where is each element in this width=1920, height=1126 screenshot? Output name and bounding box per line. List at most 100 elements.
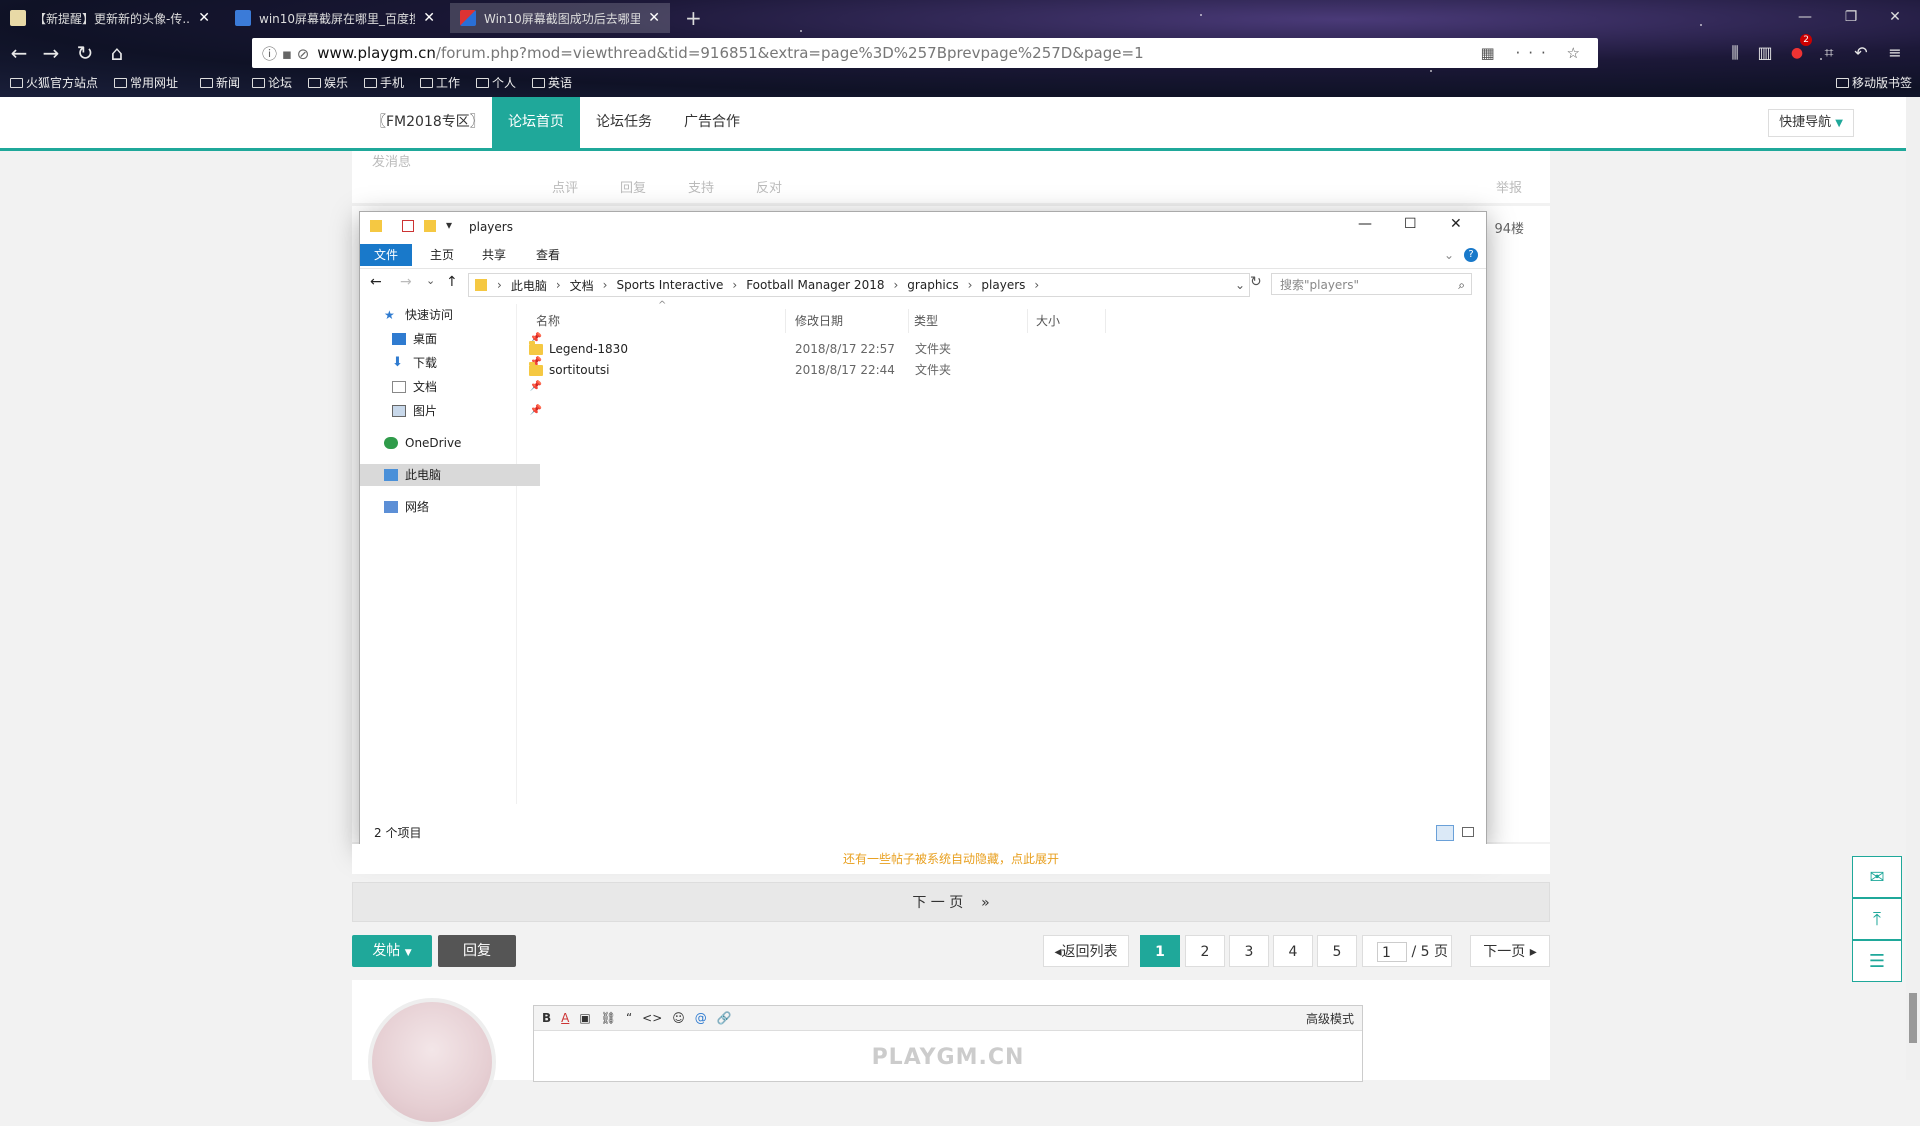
next-page-button[interactable]: 下一页 ▸ [1470, 935, 1550, 967]
column-name[interactable]: 名称 [532, 309, 786, 333]
nav-quick-access[interactable]: ★ 快速访问 [360, 304, 540, 326]
breadcrumb-graphics[interactable]: graphics [902, 278, 963, 292]
file-row[interactable]: Legend-1830 2018/8/17 22:57 文件夹 [525, 339, 1025, 359]
page-scrollbar[interactable] [1906, 97, 1920, 1080]
support-link[interactable]: 支持 [688, 177, 714, 196]
send-message-link[interactable]: 发消息 [372, 151, 411, 170]
new-post-button[interactable]: 发帖 ▼ [352, 935, 432, 967]
bookmark-folder[interactable]: 论坛 [252, 74, 292, 91]
breadcrumb-documents[interactable]: 文档 [565, 277, 599, 294]
details-view-icon[interactable] [1436, 825, 1454, 841]
bookmark-folder[interactable]: 手机 [364, 74, 404, 91]
home-icon[interactable]: ⌂ [104, 40, 130, 66]
address-dropdown-icon[interactable]: ⌄ [1235, 278, 1245, 292]
font-color-icon[interactable]: A [561, 1011, 569, 1025]
pin-icon[interactable]: 📌 [530, 400, 542, 422]
properties-icon[interactable] [402, 220, 414, 232]
close-icon[interactable]: ✕ [423, 10, 435, 26]
nav-fm2018-zone[interactable]: 〖FM2018专区〗 [356, 97, 500, 148]
list-float-icon[interactable]: ☰ [1852, 940, 1902, 982]
code-icon[interactable]: <> [642, 1011, 662, 1025]
nav-onedrive[interactable]: OneDrive [360, 432, 540, 454]
menu-icon[interactable]: ≡ [1882, 40, 1908, 66]
report-link[interactable]: 举报 [1496, 177, 1522, 196]
bookmark-item[interactable]: 火狐官方站点 [10, 74, 98, 91]
tab-file[interactable]: 文件 [360, 244, 413, 266]
sidebar-icon[interactable]: ▥ [1752, 40, 1778, 66]
library-icon[interactable]: ⫼ [1722, 40, 1748, 66]
url-actions-icon[interactable]: ▦ ··· ☆ [1481, 44, 1588, 62]
site-info-icon[interactable]: ⓘ ▪ ⊘ [262, 43, 309, 64]
recent-locations-icon[interactable]: ⌄ [426, 274, 435, 287]
breadcrumb-sports-interactive[interactable]: Sports Interactive [611, 278, 728, 292]
link-icon[interactable]: ⛓ [601, 1011, 616, 1025]
smiley-icon[interactable]: ☺ [672, 1011, 685, 1025]
nav-network[interactable]: 网络 [360, 496, 540, 518]
mention-icon[interactable]: @ [695, 1011, 707, 1025]
bookmark-folder[interactable]: 常用网址 [114, 74, 178, 91]
forward-icon[interactable]: → [38, 40, 64, 66]
page-3[interactable]: 3 [1229, 935, 1269, 967]
url-bar[interactable]: ⓘ ▪ ⊘ www.playgm.cn/forum.php?mod=viewth… [252, 38, 1598, 68]
forward-icon[interactable]: → [400, 274, 412, 290]
nav-this-pc[interactable]: 此电脑 [360, 464, 540, 486]
back-to-list-link[interactable]: ◂返回列表 [1043, 935, 1129, 967]
bold-icon[interactable]: B [542, 1011, 551, 1025]
nav-forum-home[interactable]: 论坛首页 [492, 97, 580, 148]
nav-downloads[interactable]: ⬇ 下载 📌 [360, 352, 548, 374]
tab-home[interactable]: 主页 [416, 244, 468, 266]
help-icon[interactable]: ? [1464, 248, 1478, 262]
bookmark-folder[interactable]: 娱乐 [308, 74, 348, 91]
crop-icon[interactable]: ⌗ [1816, 40, 1842, 66]
breadcrumb-football-manager[interactable]: Football Manager 2018 [741, 278, 889, 292]
back-to-top-icon[interactable]: ⤒ [1852, 898, 1902, 940]
bookmark-folder[interactable]: 工作 [420, 74, 460, 91]
reply-button[interactable]: 回复 [438, 935, 516, 967]
new-folder-icon[interactable] [424, 220, 436, 232]
hidden-posts-note[interactable]: 还有一些帖子被系统自动隐藏，点此展开 [352, 844, 1550, 874]
tab-view[interactable]: 查看 [522, 244, 574, 266]
column-type[interactable]: 类型 [910, 309, 1028, 333]
close-icon[interactable]: ✕ [648, 10, 660, 26]
quick-reply-editor[interactable]: B A ▣ ⛓ “ <> ☺ @ 🔗 高级模式 PLAYGM.CN [533, 1005, 1363, 1082]
minimize-icon[interactable]: — [1358, 216, 1372, 232]
scrollbar-thumb[interactable] [1909, 993, 1917, 1043]
column-modified-date[interactable]: 修改日期 [791, 309, 909, 333]
reload-icon[interactable]: ↻ [72, 40, 98, 66]
advanced-mode-link[interactable]: 高级模式 [1306, 1010, 1354, 1027]
attachment-icon[interactable]: 🔗 [717, 1011, 732, 1025]
back-icon[interactable]: ← [370, 274, 382, 290]
nav-ad-cooperation[interactable]: 广告合作 [668, 97, 756, 148]
tiles-view-icon[interactable] [1462, 827, 1474, 837]
page-2[interactable]: 2 [1185, 935, 1225, 967]
nav-pictures[interactable]: 图片 📌 [360, 400, 548, 422]
nav-forum-tasks[interactable]: 论坛任务 [580, 97, 668, 148]
close-icon[interactable]: ✕ [198, 10, 210, 26]
mobile-bookmarks[interactable]: 移动版书签 [1836, 74, 1912, 91]
adblock-icon[interactable]: ● 2 [1784, 34, 1812, 66]
next-page-bar[interactable]: 下 一 页 » [352, 882, 1550, 922]
refresh-icon[interactable]: ↻ [1250, 274, 1262, 290]
minimize-icon[interactable]: — [1790, 6, 1820, 28]
file-row[interactable]: sortitoutsi 2018/8/17 22:44 文件夹 [525, 360, 1025, 380]
breadcrumb-this-pc[interactable]: 此电脑 [506, 277, 552, 294]
browser-tab-3[interactable]: Win10屏幕截图成功后去哪里找... ✕ [450, 3, 670, 33]
column-size[interactable]: 大小 [1032, 309, 1106, 333]
bookmark-folder[interactable]: 英语 [532, 74, 572, 91]
reply-link[interactable]: 回复 [620, 177, 646, 196]
nav-desktop[interactable]: 桌面 📌 [360, 328, 548, 350]
window-close-icon[interactable]: ✕ [1880, 6, 1910, 28]
quote-icon[interactable]: “ [626, 1011, 632, 1025]
tab-share[interactable]: 共享 [468, 244, 520, 266]
close-icon[interactable]: ✕ [1450, 216, 1462, 232]
undo-icon[interactable]: ↶ [1848, 40, 1874, 66]
page-number-input[interactable]: 1 [1377, 942, 1407, 962]
address-bar[interactable]: › 此电脑 › 文档 › Sports Interactive › Football … [468, 273, 1250, 297]
bookmark-folder[interactable]: 新闻 [200, 74, 240, 91]
browser-tab-1[interactable]: 【新提醒】更新新的头像-传... ✕ [0, 3, 220, 33]
oppose-link[interactable]: 反对 [756, 177, 782, 196]
expand-ribbon-icon[interactable]: ⌄ [1444, 248, 1454, 262]
comment-float-icon[interactable]: ✉ [1852, 856, 1902, 898]
page-1[interactable]: 1 [1140, 935, 1180, 967]
quick-nav-dropdown[interactable]: 快捷导航 ▼ [1768, 109, 1854, 137]
